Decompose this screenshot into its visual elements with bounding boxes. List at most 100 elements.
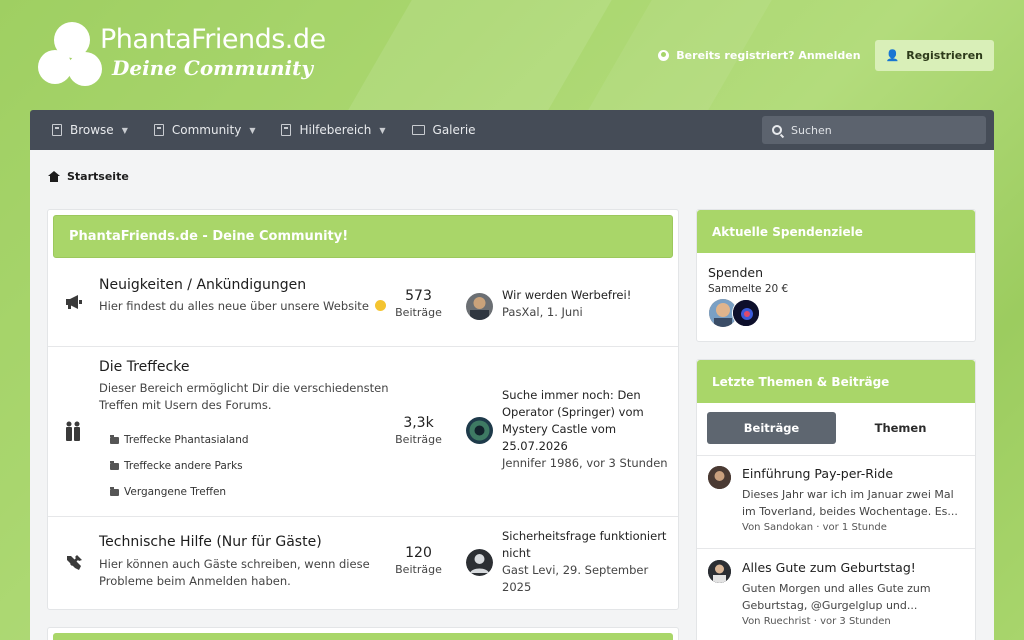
donations-widget: Aktuelle Spendenziele Spenden Sammelte 2… xyxy=(696,209,976,342)
latest-posts-widget: Letzte Themen & Beiträge Beiträge Themen… xyxy=(696,359,976,640)
node-title[interactable]: Die Treffecke xyxy=(99,359,189,375)
avatar[interactable] xyxy=(466,293,493,320)
list-item: Alles Gute zum Geburtstag! Guten Morgen … xyxy=(697,548,975,640)
widget-title: Aktuelle Spendenziele xyxy=(697,210,975,253)
post-title[interactable]: Alles Gute zum Geburtstag! xyxy=(742,560,916,575)
nav-label: Community xyxy=(171,123,242,137)
post-title[interactable]: Einführung Pay-per-Ride xyxy=(742,466,893,481)
node-description-text: Hier findest du alles neue über unsere W… xyxy=(99,299,369,313)
search-box[interactable] xyxy=(762,116,986,144)
forum-category: PhantaFriends.de - Deine Community! Neui… xyxy=(47,209,679,610)
avatar[interactable] xyxy=(466,417,493,444)
document-icon xyxy=(52,124,62,136)
nav-item-browse[interactable]: Browse ▼ xyxy=(52,123,128,137)
subforum-link[interactable]: Treffecke andere Parks xyxy=(110,453,249,479)
node-description: Dieser Bereich ermöglicht Dir die versch… xyxy=(99,381,389,412)
nav-item-hilfebereich[interactable]: Hilfebereich ▼ xyxy=(281,123,386,137)
last-post-meta[interactable]: Gast Levi, 29. September 2025 xyxy=(502,562,672,596)
category-header-partial xyxy=(53,633,673,640)
subforum-list: Treffecke Phantasialand Treffecke andere… xyxy=(110,427,249,505)
subforum-link[interactable]: Treffecke Phantasialand xyxy=(110,427,249,453)
last-post-meta[interactable]: Jennifer 1986, vor 3 Stunden xyxy=(502,455,672,472)
breadcrumb[interactable]: Startseite xyxy=(48,170,129,183)
node-title[interactable]: Neuigkeiten / Ankündigungen xyxy=(99,277,306,293)
chevron-down-icon: ▼ xyxy=(249,125,256,135)
group-icon xyxy=(65,421,81,445)
site-logo[interactable]: PhantaFriends.de Deine Community xyxy=(38,22,338,88)
search-input[interactable] xyxy=(791,123,961,137)
logo-subtitle: Deine Community xyxy=(112,56,314,80)
subforum-link[interactable]: Vergangene Treffen xyxy=(110,479,249,505)
post-count: 120 xyxy=(405,545,432,561)
login-label: Bereits registriert? Anmelden xyxy=(676,49,861,62)
post-meta[interactable]: Von Sandokan · vor 1 Stunde xyxy=(742,522,887,533)
folder-icon xyxy=(110,486,119,496)
tab-beitraege[interactable]: Beiträge xyxy=(707,412,836,444)
avatar[interactable] xyxy=(708,466,731,489)
post-count-label: Beiträge xyxy=(395,306,442,319)
register-button[interactable]: 👤 Registrieren xyxy=(874,40,994,71)
forum-node: Neuigkeiten / Ankündigungen Hier findest… xyxy=(48,263,678,346)
subforum-label: Treffecke Phantasialand xyxy=(124,434,249,446)
node-description: Hier können auch Gäste schreiben, wenn d… xyxy=(99,557,370,588)
post-snippet: Guten Morgen und alles Gute zum Geburtst… xyxy=(742,582,931,612)
category-title[interactable]: PhantaFriends.de - Deine Community! xyxy=(53,215,673,258)
donation-label[interactable]: Spenden xyxy=(708,265,763,280)
home-icon xyxy=(48,171,60,182)
smiley-icon xyxy=(374,300,386,311)
search-icon xyxy=(772,125,782,135)
forum-node: Technische Hilfe (Nur für Gäste) Hier kö… xyxy=(48,516,678,609)
register-label: Registrieren xyxy=(906,49,983,62)
node-stats: 573 Beiträge xyxy=(386,288,451,319)
widget-title: Letzte Themen & Beiträge xyxy=(697,360,975,403)
nav-item-galerie[interactable]: Galerie xyxy=(411,123,476,137)
node-stats: 120 Beiträge xyxy=(386,545,451,576)
folder-icon xyxy=(110,460,119,470)
breadcrumb-label: Startseite xyxy=(67,170,129,183)
post-meta[interactable]: Von Ruechrist · vor 3 Stunden xyxy=(742,616,891,627)
document-icon xyxy=(153,124,164,136)
avatar[interactable] xyxy=(466,549,493,576)
last-post-title[interactable]: Sicherheitsfrage funktioniert nicht xyxy=(502,528,672,562)
post-count: 573 xyxy=(405,288,432,304)
post-count-label: Beiträge xyxy=(395,433,442,446)
last-post-title[interactable]: Suche immer noch: Den Operator (Springer… xyxy=(502,387,672,455)
logo-mark xyxy=(38,50,72,84)
nav-item-community[interactable]: Community ▼ xyxy=(153,123,256,137)
node-description: Hier findest du alles neue über unsere W… xyxy=(99,298,399,315)
last-post-meta[interactable]: PasXal, 1. Juni xyxy=(502,304,672,321)
node-stats: 3,3k Beiträge xyxy=(386,415,451,446)
login-link[interactable]: Bereits registriert? Anmelden xyxy=(658,49,861,62)
nav-label: Galerie xyxy=(432,123,476,137)
post-count: 3,3k xyxy=(403,415,434,431)
last-post-title[interactable]: Wir werden Werbefrei! xyxy=(502,287,672,304)
list-item: Einführung Pay-per-Ride Dieses Jahr war … xyxy=(697,455,975,548)
last-post: Suche immer noch: Den Operator (Springer… xyxy=(502,387,672,472)
main-navigation: Browse ▼ Community ▼ Hilfebereich ▼ Gale… xyxy=(30,110,994,150)
last-post: Wir werden Werbefrei! PasXal, 1. Juni xyxy=(502,287,672,321)
last-post: Sicherheitsfrage funktioniert nicht Gast… xyxy=(502,528,672,596)
post-snippet: Dieses Jahr war ich im Januar zwei Mal i… xyxy=(742,488,958,518)
chevron-down-icon: ▼ xyxy=(379,125,386,135)
megaphone-icon xyxy=(65,294,83,314)
avatar[interactable] xyxy=(708,560,731,583)
forum-node: Die Treffecke Dieser Bereich ermöglicht … xyxy=(48,346,678,516)
subforum-label: Treffecke andere Parks xyxy=(124,460,243,472)
page-content: Startseite PhantaFriends.de - Deine Comm… xyxy=(30,150,994,640)
post-count-label: Beiträge xyxy=(395,563,442,576)
chevron-down-icon: ▼ xyxy=(121,125,128,135)
tab-themen[interactable]: Themen xyxy=(836,412,965,444)
folder-icon xyxy=(110,434,119,444)
donation-amount: Sammelte 20 € xyxy=(708,283,789,295)
user-icon xyxy=(658,50,670,61)
subforum-label: Vergangene Treffen xyxy=(124,486,227,498)
gallery-icon xyxy=(411,125,425,135)
node-title[interactable]: Technische Hilfe (Nur für Gäste) xyxy=(99,534,322,550)
background-decoration xyxy=(348,0,612,110)
nav-label: Browse xyxy=(70,123,114,137)
tab-bar: Beiträge Themen xyxy=(707,412,965,444)
forum-category-next xyxy=(47,627,679,640)
logo-mark xyxy=(68,52,102,86)
donor-avatar[interactable] xyxy=(732,299,760,327)
add-user-icon: 👤 xyxy=(885,49,900,62)
